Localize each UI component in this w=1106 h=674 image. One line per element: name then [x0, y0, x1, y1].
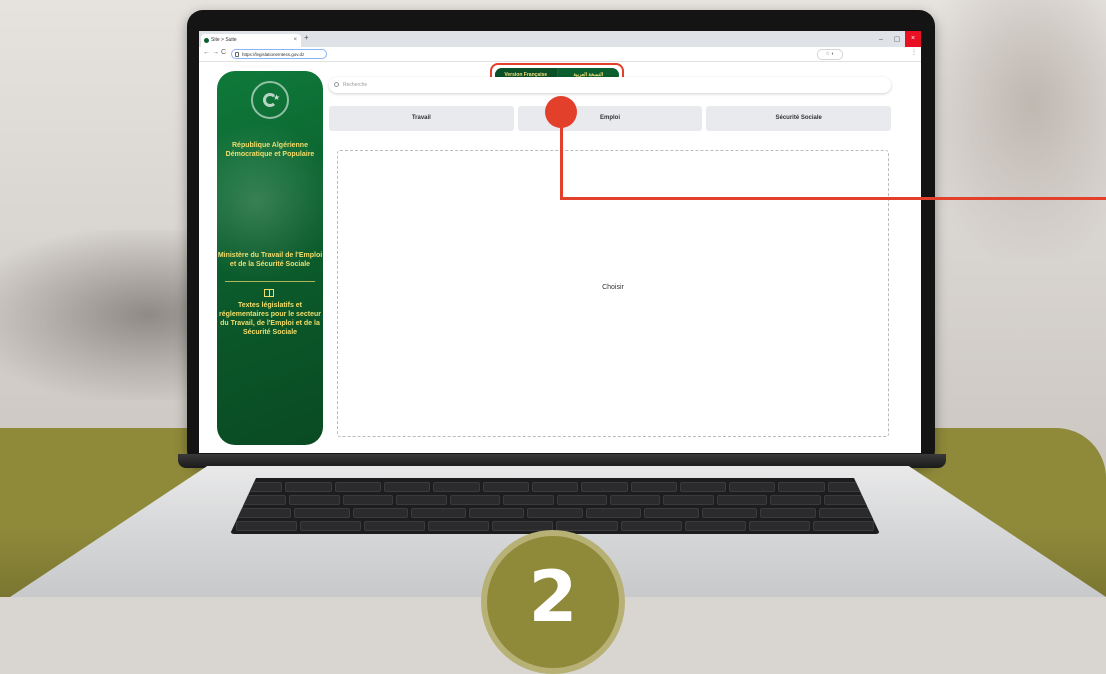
browser-tab-title: Site > Suite — [211, 37, 237, 43]
maximize-button[interactable]: ▢ — [889, 35, 905, 43]
laptop-screen: Site > Suite × + – ▢ × ← → C https://leg… — [199, 31, 921, 453]
tab-securite-sociale[interactable]: Sécurité Sociale — [706, 106, 892, 131]
close-window-button[interactable]: × — [905, 31, 921, 47]
laptop-keyboard — [230, 478, 880, 534]
background-hand-blur — [920, 0, 1106, 260]
lock-icon — [235, 52, 239, 57]
sidebar-texts-link[interactable]: Textes législatifs et réglementaires pou… — [217, 301, 323, 337]
keyboard-row — [230, 482, 880, 492]
browser-tabbar: Site > Suite × + – ▢ × — [199, 31, 921, 47]
search-input[interactable]: Recherche — [329, 77, 891, 93]
category-tabs: Travail Emploi Sécurité Sociale — [329, 106, 892, 131]
keyboard-row — [230, 495, 880, 505]
content-panel: Choisir — [337, 150, 889, 437]
address-bar[interactable]: https://legislationemtess.gov.dz — [231, 49, 327, 59]
step-badge: 2 — [481, 530, 625, 674]
browser-navbar: ← → C https://legislationemtess.gov.dz ☆… — [199, 47, 921, 62]
keyboard-row — [230, 508, 880, 518]
sidebar: République Algérienne Démocratique et Po… — [217, 71, 323, 445]
reload-button[interactable]: C — [221, 49, 226, 56]
callout-line-horizontal — [560, 197, 1106, 200]
window-controls: – ▢ × — [873, 31, 921, 47]
sidebar-divider — [225, 281, 315, 282]
minimize-button[interactable]: – — [873, 36, 889, 43]
step-number: 2 — [528, 556, 578, 638]
forward-button[interactable]: → — [212, 49, 219, 56]
laptop-hinge — [178, 454, 946, 468]
national-emblem-icon — [251, 81, 289, 119]
extensions-area[interactable]: ☆ ◐ — [817, 49, 843, 60]
favicon-icon — [204, 38, 209, 43]
content-placeholder: Choisir — [602, 284, 624, 291]
back-button[interactable]: ← — [203, 49, 210, 56]
search-placeholder: Recherche — [343, 82, 368, 88]
callout-line-vertical — [560, 124, 563, 199]
new-tab-button[interactable]: + — [304, 33, 309, 42]
url-text: https://legislationemtess.gov.dz — [242, 52, 305, 57]
sidebar-country: République Algérienne Démocratique et Po… — [225, 142, 315, 158]
browser-menu-icon[interactable]: ⋮ — [911, 49, 917, 56]
browser-tab[interactable]: Site > Suite × — [201, 34, 301, 47]
tab-travail[interactable]: Travail — [329, 106, 514, 131]
sidebar-ministry: Ministère du Travail de l'Emploi et de l… — [217, 252, 323, 268]
book-icon — [264, 289, 274, 297]
search-icon — [334, 82, 339, 87]
tab-close-icon[interactable]: × — [293, 34, 297, 47]
